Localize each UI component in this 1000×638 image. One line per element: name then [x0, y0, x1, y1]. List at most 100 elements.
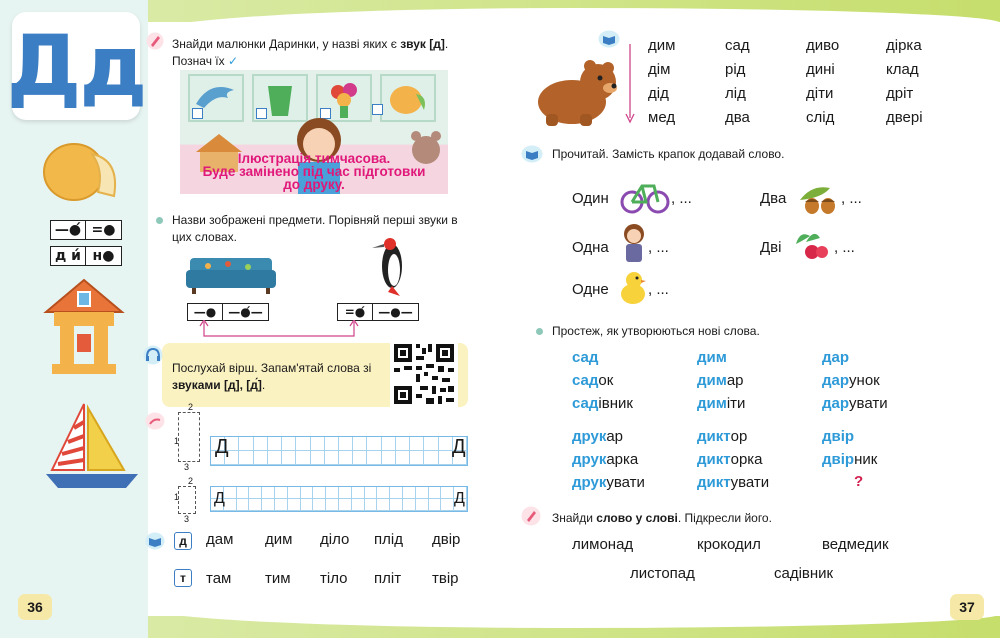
writing-cell	[351, 499, 365, 511]
bullet	[156, 217, 163, 224]
grid-word: диво	[806, 37, 840, 54]
writing-cell	[415, 487, 429, 499]
writing-strip-2[interactable]	[210, 486, 468, 512]
writing-strip-1[interactable]	[210, 436, 468, 466]
word-d-5: двір	[432, 531, 461, 548]
trace-word: диктор	[697, 428, 748, 445]
word-t-5: твір	[432, 570, 459, 587]
writing-cell	[339, 437, 354, 451]
darynka-illustration: Ілюстрація тимчасова. Буде замінено під …	[180, 70, 448, 194]
qr-code[interactable]	[390, 340, 458, 408]
page-number-right: 37	[950, 594, 984, 620]
writing-cell	[410, 451, 425, 465]
writing-cell	[367, 451, 382, 465]
writing-cell	[326, 499, 339, 511]
writing-cell	[390, 487, 403, 499]
writing-cell	[403, 499, 416, 511]
grid-word: дині	[806, 61, 835, 78]
writing-cell	[441, 499, 455, 511]
task-read-instruction: Прочитай. Замість крапок додавай слово.	[552, 147, 785, 161]
grid-word: діти	[806, 85, 834, 102]
checkbox[interactable]	[372, 104, 383, 115]
writing-cell	[339, 451, 354, 465]
writing-cell	[287, 487, 301, 499]
task2-instruction: Назви зображені предмети. Порівняй перші…	[172, 213, 458, 244]
writing-cell	[236, 499, 250, 511]
writing-cell	[428, 487, 442, 499]
check-icon: ✓	[227, 54, 239, 68]
writing-cell	[367, 437, 382, 451]
writing-cell	[441, 487, 455, 499]
radishes-image	[796, 233, 828, 259]
writing-cell	[339, 499, 352, 511]
checkbox[interactable]	[192, 108, 203, 119]
acorns-image	[800, 187, 835, 214]
task1-bold: звук [д]	[400, 37, 445, 51]
read-tail: , ...	[834, 239, 855, 256]
writing-cell	[381, 451, 396, 465]
writing-cell	[424, 451, 439, 465]
writing-cell	[381, 437, 396, 451]
scheme-cell: —●—	[373, 303, 419, 321]
writing-cell	[300, 499, 314, 511]
task3-instruction: Послухай вірш. Запам'ятай слова зі звука…	[172, 360, 384, 394]
grid-word: двері	[886, 109, 923, 126]
writing-cell	[424, 437, 439, 451]
writing-sample-letter: Д	[214, 490, 225, 507]
writing-cell	[403, 487, 416, 499]
letter-guide-2: 2 1 3	[172, 476, 204, 526]
trace-word: дарунок	[822, 372, 880, 389]
writing-cell	[339, 487, 352, 499]
trace-word: двір	[822, 428, 855, 445]
writing-cell	[300, 487, 314, 499]
task1-text: Знайди малюнки Даринки, у назві яких є	[172, 37, 401, 51]
grid-word: рід	[725, 61, 746, 78]
book-icon	[145, 532, 165, 550]
guide-number: 3	[184, 462, 190, 472]
writing-cell	[351, 487, 365, 499]
writing-cell	[282, 437, 297, 451]
headphones-icon	[143, 345, 163, 365]
pencil-icon	[146, 32, 164, 50]
sailboat-image	[46, 403, 138, 488]
girl-image	[624, 224, 644, 262]
writing-cell	[353, 451, 368, 465]
word-t-2: тим	[265, 570, 291, 587]
writing-cell	[249, 487, 263, 499]
letter-guide-1: 2 1 3	[172, 402, 204, 472]
writing-cell	[236, 487, 250, 499]
grid-word: сад	[725, 37, 750, 54]
writing-cell	[324, 451, 339, 465]
scheme-cell: =●	[86, 220, 122, 240]
question-mark: ?	[854, 473, 864, 490]
letter-house-image	[43, 278, 125, 374]
melon-image	[43, 143, 116, 201]
page-number-left: 36	[18, 594, 52, 620]
writing-cell	[310, 437, 325, 451]
writing-cell	[326, 487, 339, 499]
sound-scheme-sofa: —● —●́—	[187, 303, 269, 321]
letter-tag-d: д	[174, 532, 192, 550]
writing-cell	[275, 499, 288, 511]
trace-word: диміти	[697, 395, 746, 412]
woodpecker-image	[372, 238, 402, 296]
left-margin: Дд —●́ =● д и́ н● 36	[0, 0, 148, 638]
pencil-icon	[521, 506, 541, 526]
task1-line2: Познач їх	[172, 54, 225, 68]
temporary-illustration-note: Ілюстрація тимчасова. Буде замінено під …	[180, 152, 448, 192]
trace-word: друкувати	[572, 474, 645, 491]
trace-word: диктувати	[697, 474, 770, 491]
writing-end-letter: Д	[452, 436, 466, 458]
checkbox[interactable]	[256, 108, 267, 119]
writing-cell	[377, 487, 391, 499]
writing-cell	[267, 451, 283, 465]
writing-cell	[239, 437, 254, 451]
scheme-cell: д и́	[50, 246, 86, 266]
trace-word: димар	[697, 372, 744, 389]
find-word: садівник	[774, 565, 834, 582]
read-word-one-f: Одна	[572, 239, 609, 256]
writing-cell	[223, 499, 237, 511]
word-t-4: пліт	[374, 570, 402, 587]
top-band	[148, 0, 1000, 38]
book-icon	[598, 30, 620, 48]
